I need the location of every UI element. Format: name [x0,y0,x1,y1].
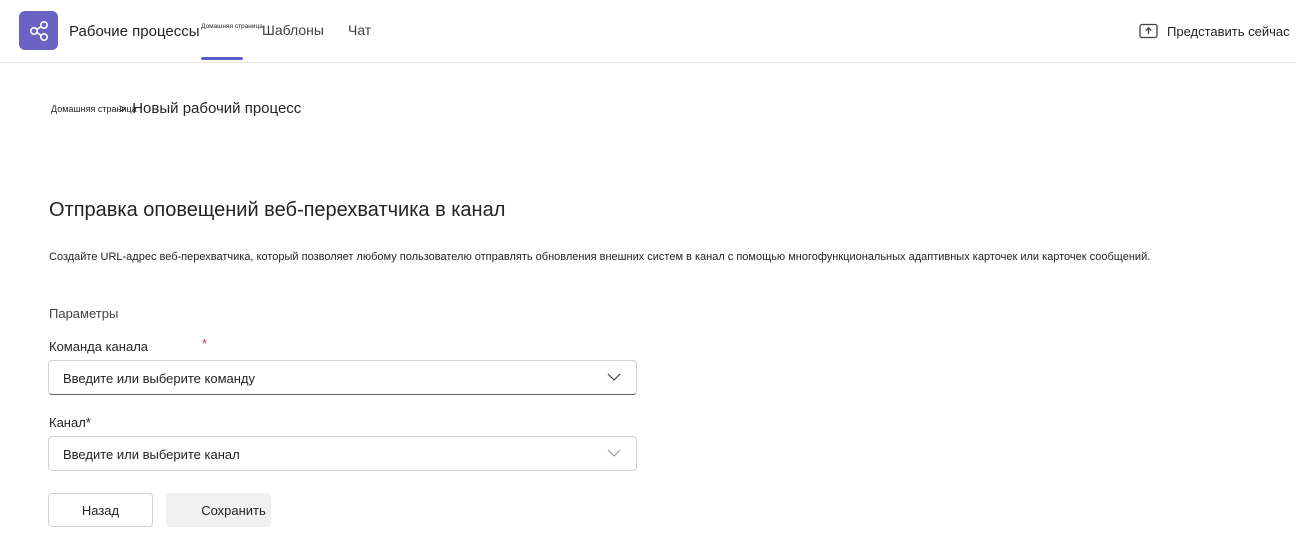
present-now-button[interactable]: Представить сейчас [1139,20,1290,42]
share-screen-icon [1139,23,1158,39]
team-dropdown-placeholder: Введите или выберите команду [63,371,256,386]
channel-field-label: Канал* [49,415,91,430]
page-description: Создайте URL-адрес веб-перехватчика, кот… [49,251,1151,263]
channel-dropdown-placeholder: Введите или выберите канал [63,447,240,462]
parameters-heading: Параметры [49,306,119,321]
top-bar: Рабочие процессы Домашняя страница Шабло… [0,0,1296,63]
tab-templates[interactable]: Шаблоны [262,22,324,38]
save-button[interactable]: Сохранить [166,493,271,527]
breadcrumb-separator-icon: > [118,101,127,116]
page-title: Отправка оповещений веб-перехватчика в к… [49,199,506,221]
workflow-share-icon [29,20,48,41]
tab-home[interactable]: Домашняя страница [201,23,263,61]
active-tab-indicator [201,57,243,60]
chevron-down-icon [607,373,621,381]
required-indicator: * [202,336,208,351]
channel-dropdown[interactable]: Введите или выберите канал [48,436,637,471]
team-dropdown[interactable]: Введите или выберите команду [48,360,637,395]
team-field-label: Команда канала [49,339,149,354]
tab-chat[interactable]: Чат [348,22,371,38]
back-button[interactable]: Назад [48,493,153,527]
present-now-label: Представить сейчас [1167,23,1290,39]
breadcrumb-current: Новый рабочий процесс [132,100,302,117]
app-title: Рабочие процессы [69,23,200,40]
breadcrumb: Домашняя страница > Новый рабочий процес… [51,100,301,117]
chevron-down-icon [607,449,621,457]
app-logo[interactable] [19,11,58,50]
tab-home-label: Домашняя страница [201,23,263,30]
